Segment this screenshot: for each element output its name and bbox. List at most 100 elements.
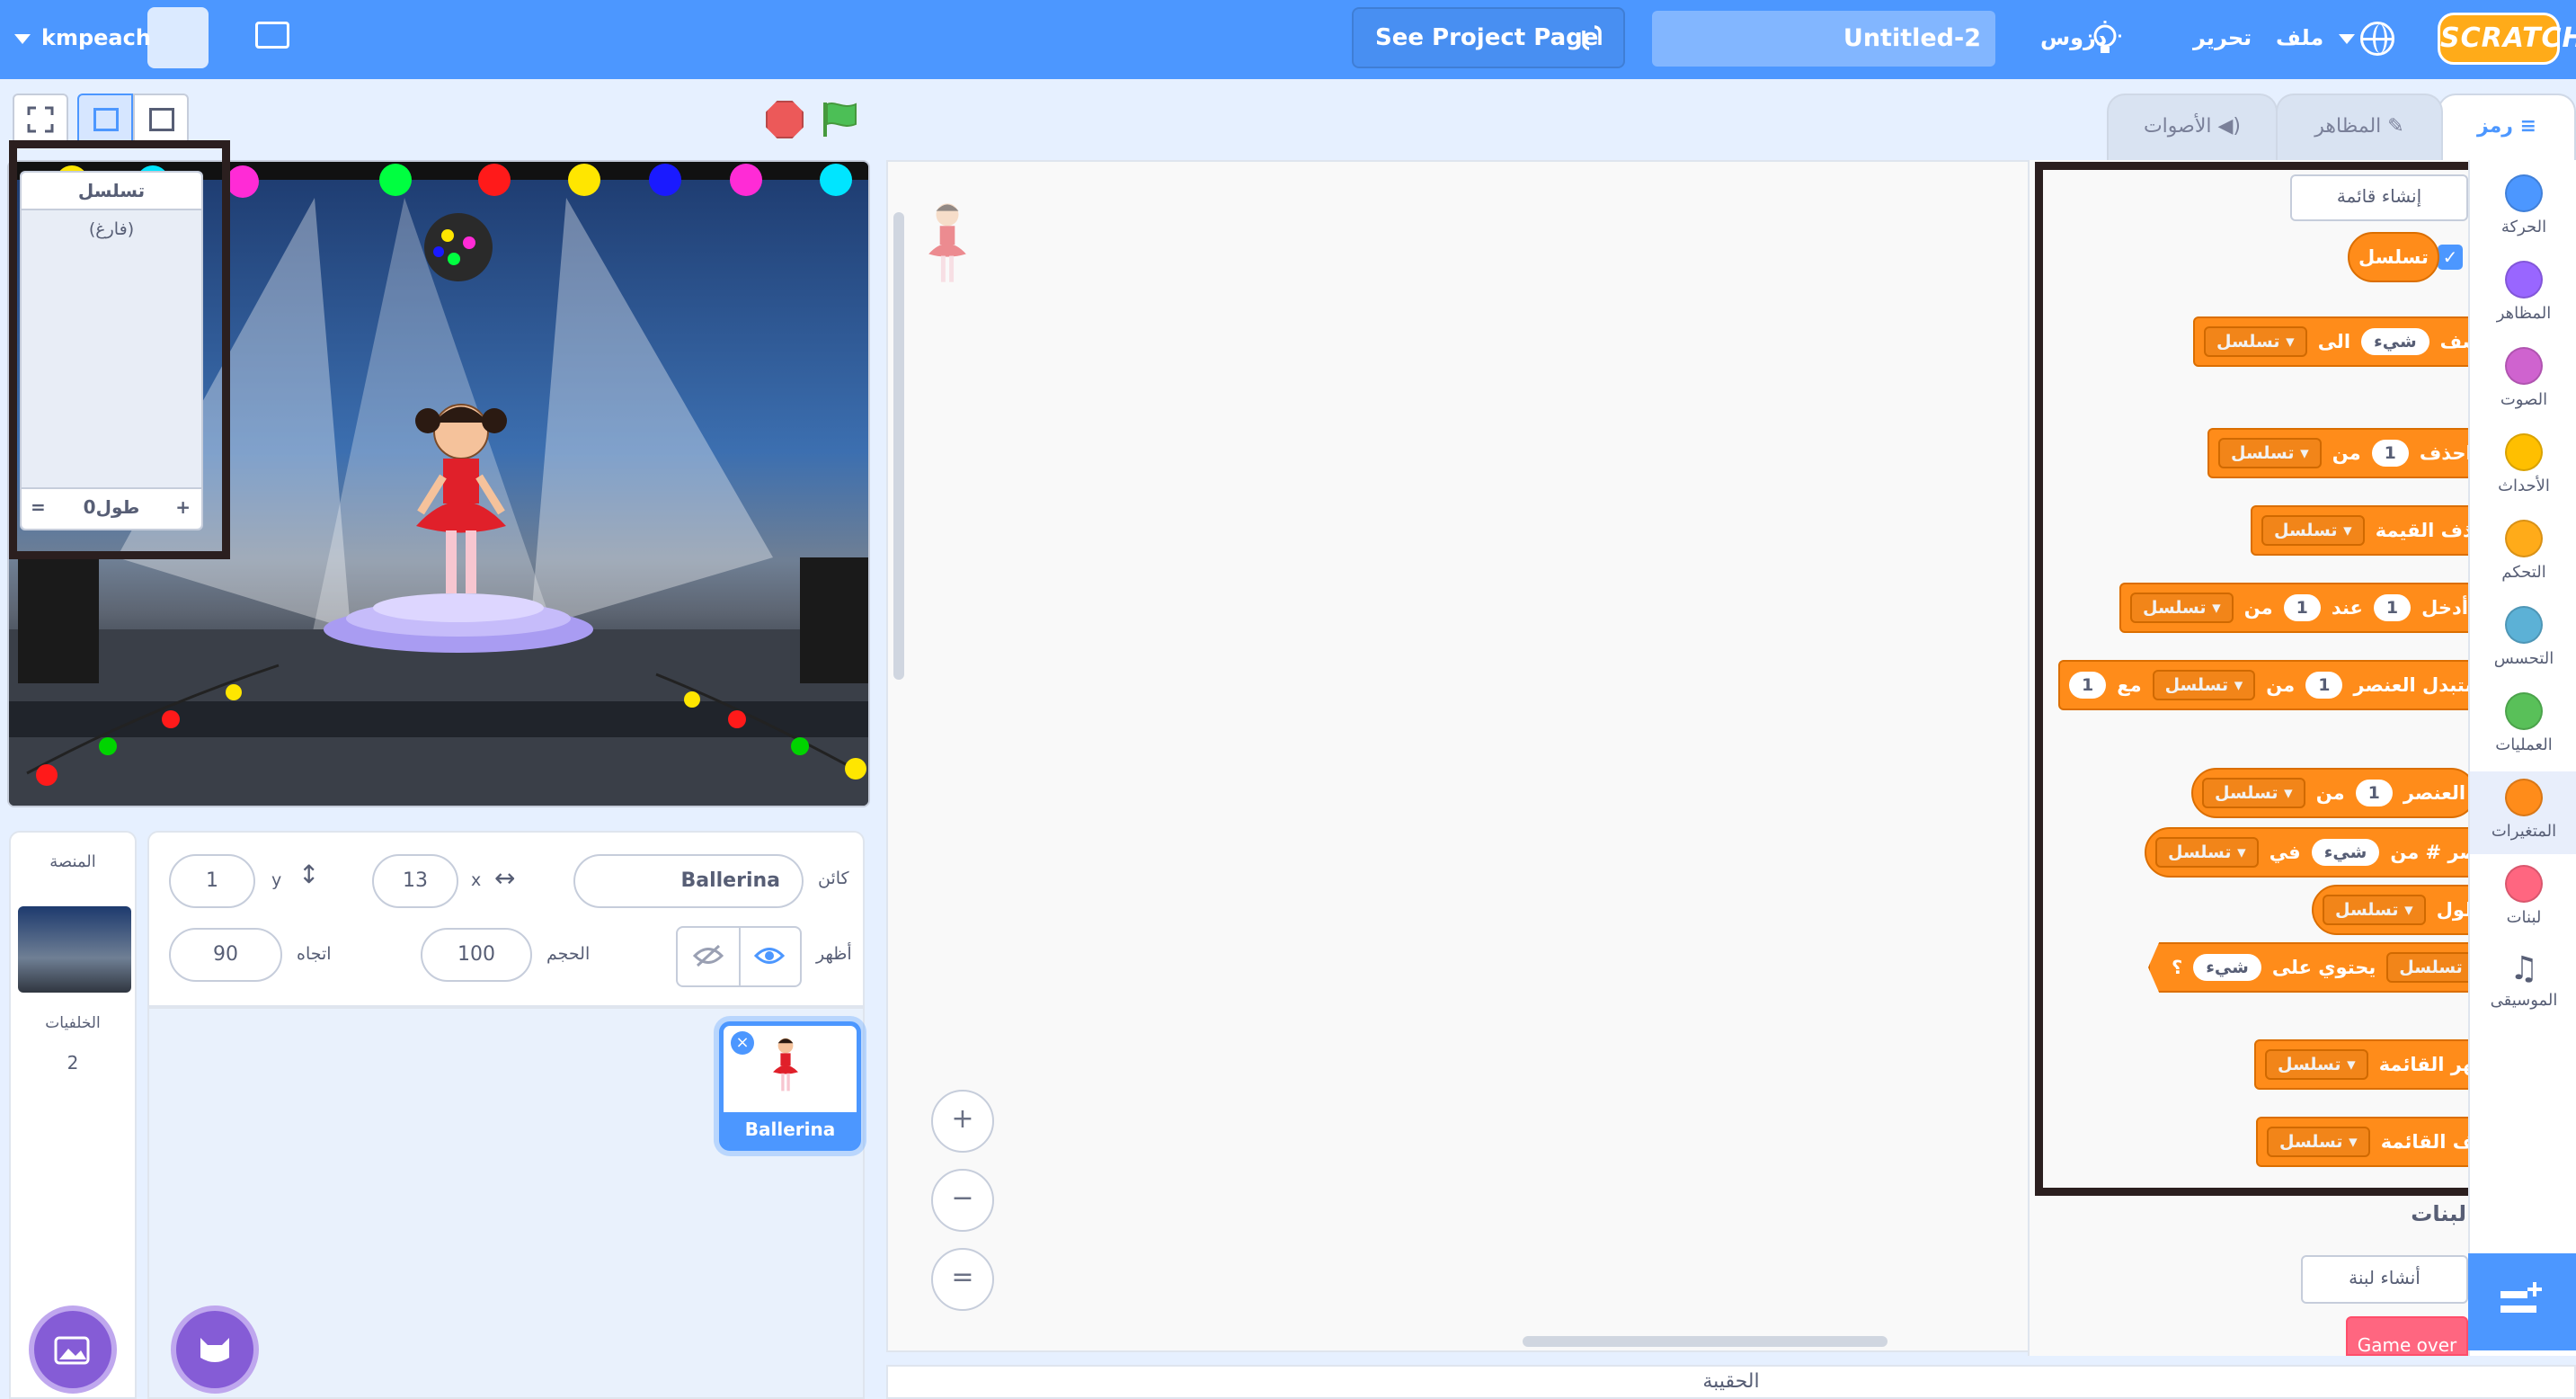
cat-icon [200,1338,229,1362]
backdrops-label: الخلفيات [45,1014,101,1032]
custom-block-label: Game over [2357,1334,2457,1356]
category-dot-icon [2505,520,2543,557]
category-label: التحكم [2501,563,2546,582]
choose-backdrop-button[interactable] [29,1305,117,1394]
category-label: الموسيقى [2490,991,2558,1010]
size-input[interactable]: 100 [421,928,532,982]
category-item[interactable]: العمليات [2470,685,2576,768]
zoom-reset-button[interactable]: = [931,1248,994,1311]
tab-code[interactable]: رمز ≡ [2438,94,2576,162]
delete-sprite-icon[interactable]: × [731,1031,754,1055]
backdrop-icon [54,1336,90,1365]
list-monitor-highlight [9,140,230,559]
sprite-tile[interactable]: × Ballerina [719,1021,861,1151]
zoom-in-button[interactable]: + [931,1090,994,1153]
project-title-input[interactable]: Untitled-2 [1652,11,1995,67]
category-item[interactable]: التحسس [2470,599,2576,682]
category-item[interactable]: لبنات [2470,858,2576,940]
green-flag-icon[interactable] [820,99,861,140]
show-label: أظهر [816,944,852,964]
make-block-button[interactable]: أنشاء لبنة [2301,1255,2468,1304]
my-blocks-heading: لبنات [2411,1201,2466,1226]
small-stage-icon [93,108,119,131]
logo[interactable]: SCRATCH [2438,13,2576,65]
small-stage-button[interactable] [77,94,133,146]
globe-icon[interactable] [2360,22,2394,56]
large-stage-button[interactable] [133,94,189,146]
category-dot-icon [2505,174,2543,212]
tab-costumes[interactable]: المظاهر ✎ [2276,94,2443,162]
choose-sprite-button[interactable] [171,1305,259,1394]
backpack[interactable]: الحقيبة [886,1365,2576,1399]
sprite-thumbnail [773,1038,798,1092]
extension-icon [2500,1282,2542,1313]
tab-sounds-label: الأصوات [2143,115,2212,138]
vertical-scrollbar[interactable] [893,212,904,680]
x-input[interactable]: 13 [372,854,458,908]
category-dot-icon [2505,347,2543,385]
category-label: التحسس [2493,649,2554,668]
category-label: المظاهر [2496,304,2552,323]
add-extension-button[interactable] [2468,1253,2576,1350]
folder-icon[interactable] [255,22,289,49]
fullscreen-button[interactable] [13,94,68,146]
music-note-icon: ♫ [2509,950,2539,987]
eye-icon [753,948,786,964]
account-chevron-icon[interactable] [14,34,31,44]
remix-icon [1582,25,1602,50]
category-item[interactable]: الصوت [2470,340,2576,423]
stop-icon[interactable] [766,101,804,138]
category-dot-icon [2505,692,2543,730]
category-item[interactable]: المظاهر [2470,254,2576,336]
chevron-down-icon[interactable] [2339,34,2355,44]
category-item[interactable]: ♫ الموسيقى [2470,944,2576,1027]
backdrops-count: 2 [67,1052,79,1074]
avatar[interactable] [147,7,209,68]
see-project-button[interactable]: See Project Page [1352,7,1625,68]
category-dot-icon [2505,261,2543,299]
category-item[interactable]: المتغيرات [2470,771,2576,854]
category-item[interactable]: الحركة [2470,167,2576,250]
ballerina-sprite[interactable] [403,387,520,611]
y-input[interactable]: 1 [169,854,255,908]
sprite-name-input[interactable]: Ballerina [573,854,804,908]
zoom-out-button[interactable]: − [931,1169,994,1232]
x-label: x [471,870,482,890]
stage-thumbnail [18,906,131,993]
lightbulb-icon[interactable] [2087,20,2123,58]
zoom-reset-icon: = [951,1261,974,1293]
menu-file[interactable]: ملف [2276,25,2323,50]
y-arrows-icon: ↕ [298,860,320,889]
direction-input[interactable]: 90 [169,928,282,982]
category-label: الصوت [2500,390,2548,409]
category-label: الأحداث [2498,477,2550,495]
x-arrows-icon: ↔ [494,863,516,893]
script-area[interactable]: + − = [886,160,2028,1352]
stage-pane-title: المنصة [49,852,96,871]
category-label: المتغيرات [2491,822,2557,841]
category-item[interactable]: التحكم [2470,512,2576,595]
category-label: لبنات [2506,908,2542,927]
size-label: الحجم [546,944,591,964]
y-label: y [271,870,282,890]
show-hidden-button[interactable] [676,926,741,987]
menu-edit[interactable]: تحرير [2193,25,2252,50]
palette-highlight [2035,162,2481,1196]
tab-costumes-label: المظاهر [2314,115,2382,138]
category-label: العمليات [2495,735,2553,754]
category-dot-icon [2505,779,2543,816]
sprite-info-panel: كائن Ballerina ↔ x 13 ↕ y 1 أظهر الحجم 1… [147,831,865,1007]
menu-bar: SCRATCH ملف تحرير دروس Untitled-2 See Pr… [0,0,2576,79]
direction-label: اتجاه [297,944,332,964]
category-item[interactable]: الأحداث [2470,426,2576,509]
zoom-out-icon: − [951,1182,974,1214]
horizontal-scrollbar[interactable] [1523,1336,1888,1347]
username[interactable]: kmpeach [41,25,151,50]
code-icon: ≡ [2519,115,2537,138]
tab-sounds[interactable]: الأصوات ◀) [2107,94,2278,162]
sprite-tile-name: Ballerina [724,1112,857,1146]
eye-off-icon [692,944,724,967]
custom-block[interactable]: Game over [2346,1316,2468,1356]
category-dot-icon [2505,865,2543,903]
show-visible-button[interactable] [737,926,802,987]
